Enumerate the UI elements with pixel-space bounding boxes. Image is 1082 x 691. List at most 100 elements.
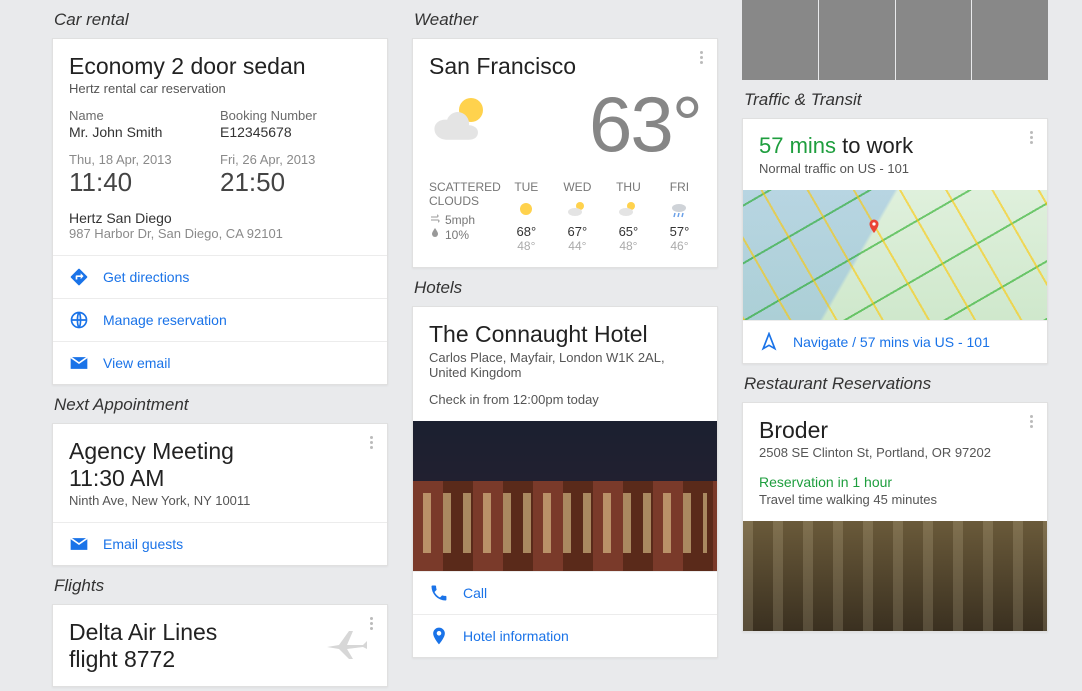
- hotel-checkin: Check in from 12:00pm today: [429, 392, 701, 407]
- location-address: 987 Harbor Dr, San Diego, CA 92101: [69, 226, 371, 241]
- airplane-icon: [323, 627, 371, 664]
- appointment-title: Agency Meeting: [69, 438, 371, 464]
- booking-value: E12345678: [220, 124, 371, 140]
- get-directions-label: Get directions: [103, 269, 189, 285]
- pickup-time: 11:40: [69, 167, 220, 198]
- email-guests-button[interactable]: Email guests: [53, 522, 387, 565]
- weather-city: San Francisco: [429, 53, 701, 79]
- section-next-appointment: Next Appointment: [54, 395, 386, 415]
- traffic-minutes: 57 mins: [759, 133, 836, 158]
- forecast-lo: 44°: [552, 239, 603, 253]
- view-email-button[interactable]: View email: [53, 341, 387, 384]
- person-image: [972, 0, 1048, 80]
- hotel-info-button[interactable]: Hotel information: [413, 614, 717, 657]
- navigate-icon: [759, 332, 779, 352]
- person-image: [742, 0, 818, 80]
- email-guests-label: Email guests: [103, 536, 183, 552]
- flight-airline: Delta Air Lines: [69, 619, 217, 645]
- hotel-info-label: Hotel information: [463, 628, 569, 644]
- forecast-lo: 48°: [501, 239, 552, 253]
- forecast-hi: 57°: [654, 224, 705, 239]
- hotel-address: Carlos Place, Mayfair, London W1K 2AL, U…: [429, 350, 701, 380]
- appointment-time: 11:30 AM: [69, 465, 371, 491]
- globe-icon: [69, 310, 89, 330]
- reservation-travel: Travel time walking 45 minutes: [759, 492, 1031, 507]
- section-traffic: Traffic & Transit: [744, 90, 1046, 110]
- partly-cloudy-icon: [552, 198, 603, 220]
- restaurant-image: [743, 521, 1047, 631]
- forecast-day: THU 65° 48°: [603, 180, 654, 253]
- map-pin-icon: [865, 216, 879, 230]
- more-icon: [363, 615, 379, 631]
- email-icon: [69, 534, 89, 554]
- traffic-map[interactable]: [743, 190, 1047, 320]
- manage-reservation-label: Manage reservation: [103, 312, 227, 328]
- pickup-date: Thu, 18 Apr, 2013: [69, 152, 220, 167]
- section-weather: Weather: [414, 10, 716, 30]
- phone-icon: [429, 583, 449, 603]
- restaurant-name: Broder: [759, 417, 1031, 443]
- card-menu-button[interactable]: [693, 49, 709, 65]
- appointment-address: Ninth Ave, New York, NY 10011: [69, 493, 371, 508]
- location-name: Hertz San Diego: [69, 210, 371, 226]
- partly-cloudy-icon: [603, 198, 654, 220]
- manage-reservation-button[interactable]: Manage reservation: [53, 298, 387, 341]
- name-value: Mr. John Smith: [69, 124, 220, 140]
- card-menu-button[interactable]: [363, 434, 379, 450]
- more-icon: [363, 434, 379, 450]
- call-button[interactable]: Call: [413, 571, 717, 614]
- forecast-hi: 67°: [552, 224, 603, 239]
- card-menu-button[interactable]: [1023, 413, 1039, 429]
- directions-icon: [69, 267, 89, 287]
- forecast-lo: 48°: [603, 239, 654, 253]
- hotel-card: The Connaught Hotel Carlos Place, Mayfai…: [412, 306, 718, 657]
- return-date: Fri, 26 Apr, 2013: [220, 152, 371, 167]
- more-icon: [1023, 129, 1039, 145]
- get-directions-button[interactable]: Get directions: [53, 255, 387, 298]
- flight-number: flight 8772: [69, 646, 217, 672]
- more-icon: [693, 49, 709, 65]
- more-icon: [1023, 413, 1039, 429]
- traffic-dest: to work: [836, 133, 913, 158]
- email-icon: [69, 353, 89, 373]
- flight-card: Delta Air Lines flight 8772: [52, 604, 388, 687]
- weather-temp: 63°: [589, 79, 701, 170]
- section-hotels: Hotels: [414, 278, 716, 298]
- return-time: 21:50: [220, 167, 371, 198]
- weather-partly-cloudy-icon: [429, 94, 491, 156]
- card-menu-button[interactable]: [363, 615, 379, 631]
- forecast-day-label: TUE: [501, 180, 552, 194]
- appointment-card: Agency Meeting 11:30 AM Ninth Ave, New Y…: [52, 423, 388, 566]
- place-icon: [429, 626, 449, 646]
- traffic-card: 57 mins to work Normal traffic on US - 1…: [742, 118, 1048, 364]
- forecast-hi: 68°: [501, 224, 552, 239]
- navigate-label: Navigate / 57 mins via US - 101: [793, 334, 990, 350]
- car-rental-card: Economy 2 door sedan Hertz rental car re…: [52, 38, 388, 385]
- reservation-status: Reservation in 1 hour: [759, 474, 1031, 490]
- forecast-day: TUE 68° 48°: [501, 180, 552, 253]
- car-rental-title: Economy 2 door sedan: [69, 53, 371, 79]
- forecast-day: WED 67° 44°: [552, 180, 603, 253]
- restaurant-address: 2508 SE Clinton St, Portland, OR 97202: [759, 445, 1031, 460]
- card-menu-button[interactable]: [1023, 129, 1039, 145]
- name-label: Name: [69, 108, 220, 123]
- section-flights: Flights: [54, 576, 386, 596]
- weather-precip: 10%: [445, 228, 469, 242]
- section-restaurant: Restaurant Reservations: [744, 374, 1046, 394]
- navigate-button[interactable]: Navigate / 57 mins via US - 101: [743, 320, 1047, 363]
- precipitation-icon: [429, 227, 441, 242]
- forecast-day: FRI 57° 46°: [654, 180, 705, 253]
- person-image: [896, 0, 972, 80]
- forecast-lo: 46°: [654, 239, 705, 253]
- view-email-label: View email: [103, 355, 170, 371]
- people-image-strip: [742, 0, 1048, 80]
- person-image: [819, 0, 895, 80]
- sun-icon: [501, 198, 552, 220]
- rain-icon: [654, 198, 705, 220]
- car-rental-subtitle: Hertz rental car reservation: [69, 81, 371, 96]
- call-label: Call: [463, 585, 487, 601]
- forecast-day-label: WED: [552, 180, 603, 194]
- wind-icon: [429, 212, 441, 227]
- traffic-sub: Normal traffic on US - 101: [759, 161, 1031, 176]
- weather-condition-2: CLOUDS: [429, 194, 501, 208]
